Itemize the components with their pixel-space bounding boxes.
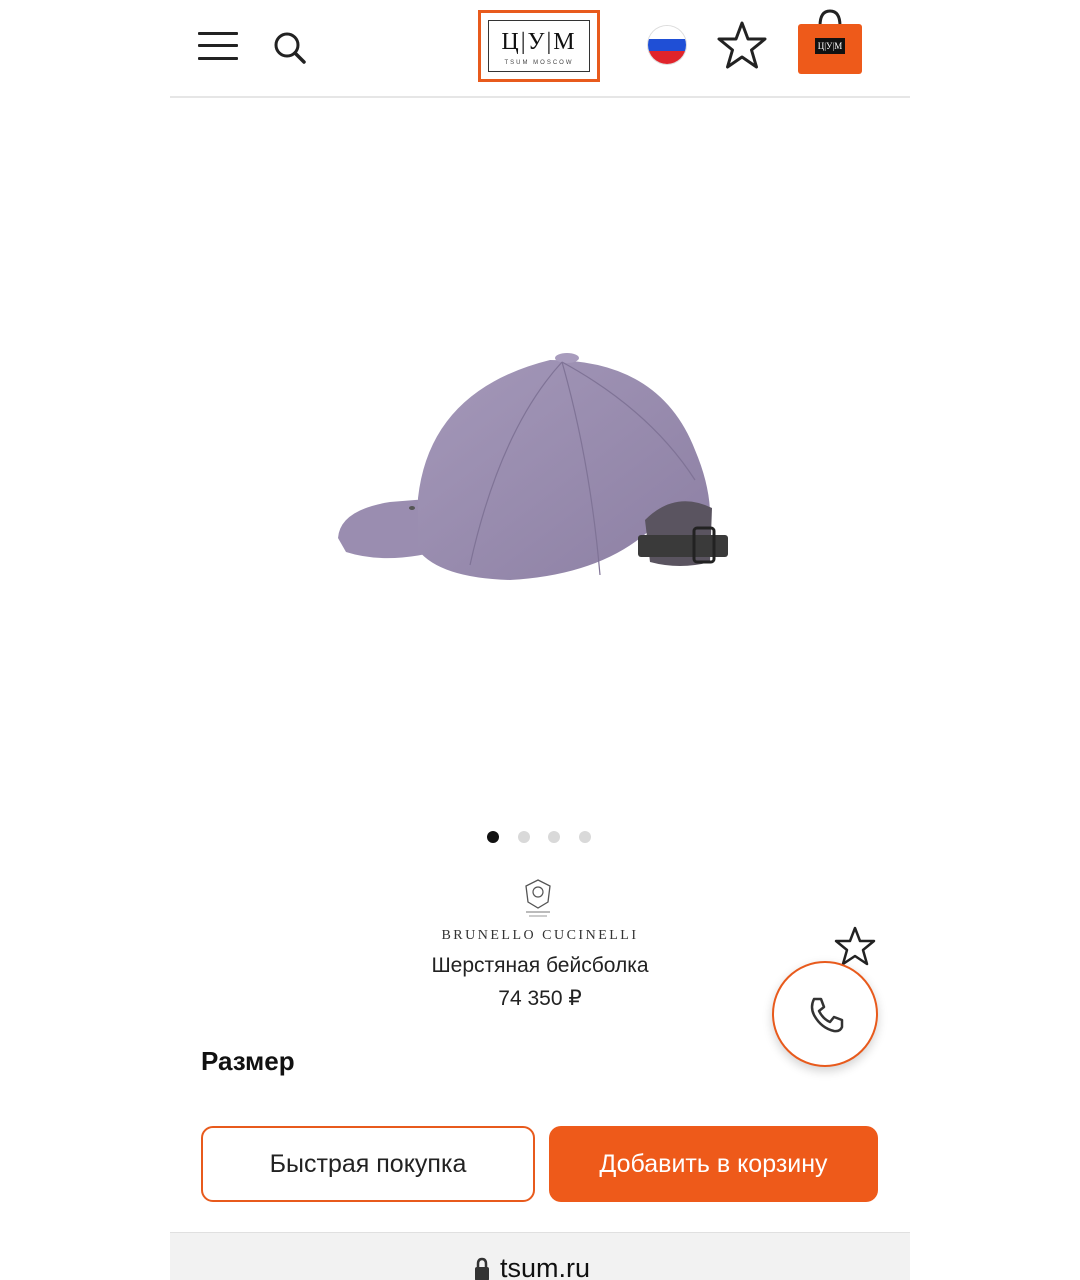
product-title: Шерстяная бейсболка	[431, 954, 649, 977]
carousel-dot[interactable]	[487, 831, 499, 843]
carousel-dot[interactable]	[548, 831, 560, 843]
carousel-dot[interactable]	[579, 831, 591, 843]
site-header: Ц|У|М TSUM MOSCOW Ц|У|М	[170, 0, 910, 98]
url-text[interactable]: tsum.ru	[500, 1253, 590, 1280]
logo-subtitle: TSUM MOSCOW	[504, 60, 574, 66]
russia-flag-icon[interactable]	[648, 26, 686, 64]
logo-letters: Ц|У|М	[501, 29, 577, 55]
quick-buy-button[interactable]: Быстрая покупка	[201, 1126, 535, 1202]
brand-name[interactable]: BRUNELLO CUCINELLI	[340, 928, 740, 944]
tsum-logo[interactable]: Ц|У|М TSUM MOSCOW	[478, 10, 600, 82]
brand-crest-icon[interactable]	[520, 878, 556, 920]
phone-icon	[810, 997, 844, 1033]
lock-icon	[475, 1257, 489, 1280]
size-heading: Размер	[201, 1046, 295, 1076]
add-to-cart-button[interactable]: Добавить в корзину	[549, 1126, 878, 1202]
product-image[interactable]	[300, 330, 760, 600]
search-icon[interactable]	[270, 28, 310, 68]
favorites-star-icon[interactable]	[716, 20, 768, 70]
carousel-dot[interactable]	[518, 831, 530, 843]
browser-url-bar[interactable]: tsum.ru	[170, 1232, 910, 1280]
product-price: 74 350 ₽	[498, 987, 582, 1010]
hamburger-menu-icon[interactable]	[198, 30, 238, 62]
shopping-bag-icon[interactable]: Ц|У|М	[798, 8, 862, 74]
call-button[interactable]	[772, 961, 878, 1067]
bag-logo: Ц|У|М	[815, 38, 845, 54]
add-to-favorites-star-icon[interactable]	[834, 926, 876, 966]
